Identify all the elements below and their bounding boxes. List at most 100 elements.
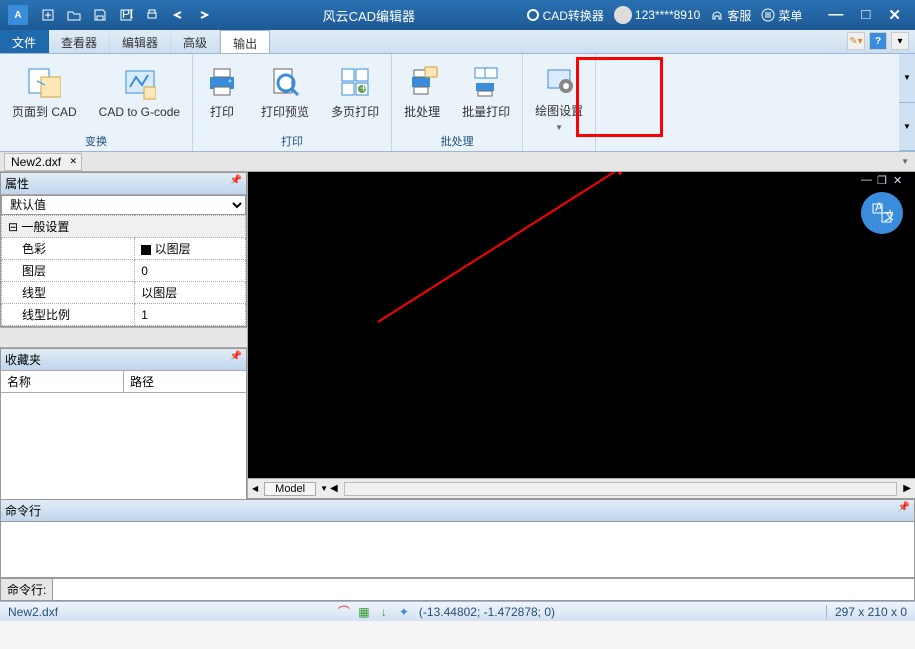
- pin-icon[interactable]: 📌: [898, 502, 910, 519]
- hscroll-track[interactable]: [344, 482, 898, 496]
- open-icon[interactable]: [66, 7, 82, 23]
- pin-icon[interactable]: 📌: [230, 351, 242, 368]
- chevron-down-icon: ▼: [555, 123, 563, 132]
- status-dimensions: 297 x 210 x 0: [826, 605, 915, 619]
- multipage-print-button[interactable]: + 多页打印: [327, 61, 383, 124]
- command-panel: 命令行 📌 命令行:: [0, 498, 915, 601]
- maximize-button[interactable]: □: [855, 6, 876, 24]
- save-pdf-icon[interactable]: PDF: [118, 7, 134, 23]
- status-filename: New2.dxf: [0, 605, 66, 619]
- menu-file[interactable]: 文件: [0, 30, 49, 53]
- quick-toolbar: PDF: [40, 7, 212, 23]
- user-account[interactable]: 123****8910: [614, 6, 700, 24]
- close-button[interactable]: ✕: [882, 6, 907, 24]
- favorites-panel: 收藏夹 📌 名称 路径: [0, 348, 247, 498]
- tool-icon[interactable]: ✎▾: [847, 32, 865, 50]
- tab-overflow-icon[interactable]: ▼: [895, 157, 915, 166]
- snap-icon[interactable]: ⌒: [337, 605, 351, 619]
- svg-text:文: 文: [884, 208, 893, 223]
- menu-link[interactable]: 菜单: [761, 7, 802, 24]
- page-to-cad-button[interactable]: 页面到 CAD: [8, 61, 81, 124]
- save-icon[interactable]: [92, 7, 108, 23]
- print-button[interactable]: 打印: [201, 61, 243, 124]
- favorites-col-name[interactable]: 名称: [1, 371, 124, 392]
- panel-title-properties: 属性: [5, 175, 29, 192]
- help-icon[interactable]: ?: [869, 32, 887, 50]
- print-preview-button[interactable]: 打印预览: [257, 61, 313, 124]
- support-link[interactable]: 客服: [710, 7, 751, 24]
- menu-editor[interactable]: 编辑器: [110, 30, 171, 53]
- status-coords: (-13.44802; -1.472878; 0): [419, 605, 555, 619]
- ribbon: 页面到 CAD CAD to G-code 变换 打印 打印预览 + 多页打印 …: [0, 54, 915, 152]
- favorites-col-path[interactable]: 路径: [124, 371, 246, 392]
- hscroll-left-icon[interactable]: ◀: [330, 483, 338, 494]
- prop-row-ltscale[interactable]: 线型比例1: [2, 304, 246, 326]
- svg-text:A: A: [875, 202, 883, 214]
- menubar: 文件 查看器 编辑器 高级 输出 ✎▾ ? ▾: [0, 30, 915, 54]
- command-title: 命令行: [5, 502, 41, 519]
- cad-gcode-icon: [122, 67, 156, 101]
- converter-icon: [526, 8, 540, 22]
- canvas-close-icon[interactable]: ✕: [893, 174, 907, 186]
- app-icon: A: [8, 5, 28, 25]
- annotation-arrow: [248, 172, 898, 482]
- default-value-select[interactable]: 默认值: [1, 195, 246, 215]
- ribbon-group-batch: 批处理 批量打印 批处理: [392, 54, 523, 151]
- ortho-icon[interactable]: ↓: [377, 605, 391, 619]
- draw-settings-button[interactable]: 绘图设置 ▼: [531, 60, 587, 136]
- section-general[interactable]: ⊟ 一般设置: [2, 216, 246, 238]
- hamburger-icon: [761, 8, 775, 22]
- polar-icon[interactable]: ✦: [397, 605, 411, 619]
- ribbon-group-print: 打印 打印预览 + 多页打印 打印: [193, 54, 392, 151]
- redo-icon[interactable]: [196, 7, 212, 23]
- app-title: 风云CAD编辑器: [212, 6, 526, 25]
- model-drop-icon[interactable]: ▼: [320, 484, 328, 493]
- prop-row-layer[interactable]: 图层0: [2, 260, 246, 282]
- command-history[interactable]: [0, 522, 915, 578]
- close-icon[interactable]: ✕: [69, 156, 77, 167]
- undo-icon[interactable]: [170, 7, 186, 23]
- statusbar: New2.dxf ⌒ ▦ ↓ ✦ (-13.44802; -1.472878; …: [0, 601, 915, 621]
- ribbon-expand-icon[interactable]: ▼: [899, 54, 915, 103]
- drawing-canvas[interactable]: — ❐ ✕ A文: [248, 172, 915, 478]
- page-cad-icon: [27, 65, 61, 99]
- batch-print-icon: [469, 65, 503, 99]
- translate-button[interactable]: A文: [861, 192, 903, 234]
- menu-advanced[interactable]: 高级: [171, 30, 220, 53]
- model-tabbar: ◀ Model ▼ ◀ ▶: [248, 478, 915, 498]
- titlebar: A PDF 风云CAD编辑器 CAD转换器 123****8910 客服 菜单 …: [0, 0, 915, 30]
- canvas-min-icon[interactable]: —: [861, 174, 875, 186]
- settings-icon: [542, 64, 576, 98]
- canvas-max-icon[interactable]: ❐: [877, 174, 891, 186]
- multipage-icon: +: [338, 65, 372, 99]
- help-drop-icon[interactable]: ▾: [891, 32, 909, 50]
- ribbon-group-settings: 绘图设置 ▼: [523, 54, 596, 151]
- model-prev-icon[interactable]: ◀: [248, 484, 262, 493]
- ribbon-group-transform: 页面到 CAD CAD to G-code 变换: [0, 54, 193, 151]
- hscroll-right-icon[interactable]: ▶: [903, 483, 911, 494]
- headset-icon: [710, 8, 724, 22]
- new-icon[interactable]: [40, 7, 56, 23]
- menu-output[interactable]: 输出: [220, 30, 270, 53]
- svg-text:PDF: PDF: [122, 8, 133, 21]
- command-label: 命令行:: [0, 578, 53, 601]
- document-tab[interactable]: New2.dxf ✕: [4, 153, 82, 171]
- menu-viewer[interactable]: 查看器: [49, 30, 110, 53]
- pin-icon[interactable]: 📌: [230, 175, 242, 192]
- minimize-button[interactable]: —: [822, 6, 849, 24]
- grid-icon[interactable]: ▦: [357, 605, 371, 619]
- prop-row-linetype[interactable]: 线型以图层: [2, 282, 246, 304]
- prop-row-color[interactable]: 色彩 以图层: [2, 238, 246, 260]
- avatar-icon: [614, 6, 632, 24]
- print-icon[interactable]: [144, 7, 160, 23]
- batch-icon: [405, 65, 439, 99]
- model-tab[interactable]: Model: [264, 482, 316, 496]
- cad-to-gcode-button[interactable]: CAD to G-code: [95, 63, 184, 123]
- left-panel: 属性 📌 默认值 ⊟ 一般设置 色彩 以图层 图层0 线型以图层 线型比例1 收…: [0, 172, 248, 498]
- cad-converter-link[interactable]: CAD转换器: [526, 7, 604, 24]
- batch-print-button[interactable]: 批量打印: [458, 61, 514, 124]
- batch-process-button[interactable]: 批处理: [400, 61, 444, 124]
- command-input[interactable]: [53, 578, 915, 601]
- ribbon-collapse-icon[interactable]: ▼: [899, 103, 915, 152]
- printer-icon: [205, 65, 239, 99]
